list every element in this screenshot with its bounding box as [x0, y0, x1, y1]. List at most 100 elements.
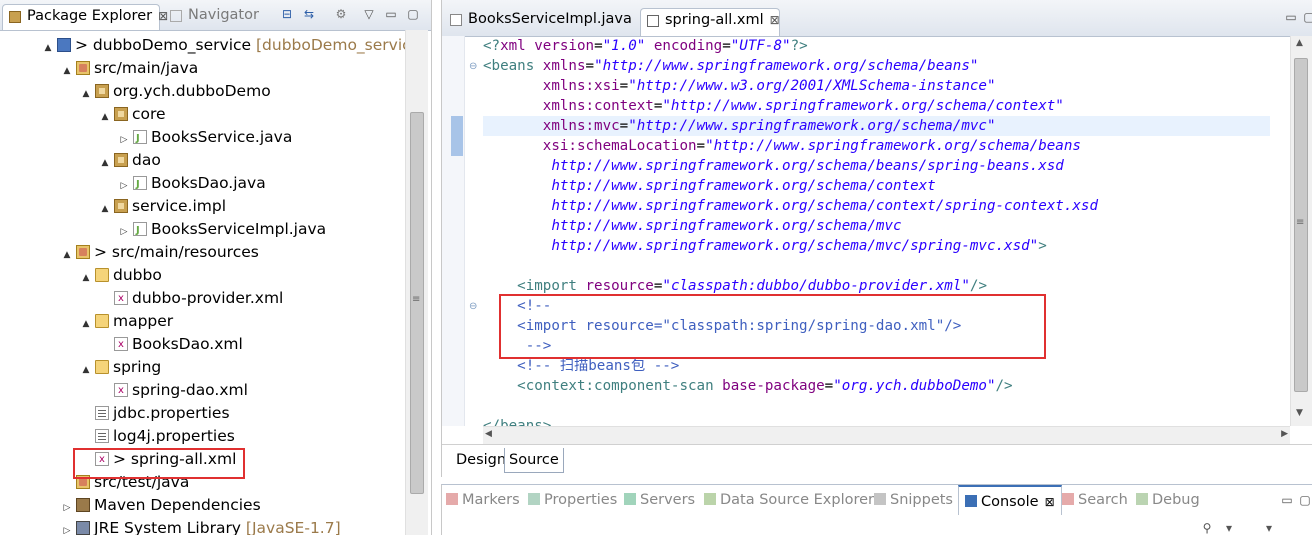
tab-navigator[interactable]: Navigator: [164, 4, 264, 30]
tree-item[interactable]: ▲ > dubboDemo_service [dubboDemo_service …: [42, 34, 405, 57]
close-icon[interactable]: ⊠: [770, 13, 780, 27]
fold-toggle-icon[interactable]: ⊖: [469, 62, 479, 72]
scroll-down-icon[interactable]: ▼: [1296, 408, 1303, 418]
change-marker: [451, 116, 463, 156]
minimize-icon[interactable]: ▭: [1284, 10, 1298, 24]
tree-item[interactable]: BooksDao.xml: [99, 333, 243, 356]
link-with-editor-icon[interactable]: ⇆: [302, 7, 316, 21]
tree-item[interactable]: ▷BooksService.java: [118, 126, 293, 150]
scroll-up-icon[interactable]: ▲: [1296, 38, 1303, 48]
code-token: xml version: [500, 38, 595, 54]
close-icon[interactable]: ⊠: [1045, 495, 1055, 509]
tab-package-explorer[interactable]: Package Explorer ⊠: [2, 4, 168, 30]
tree-item[interactable]: ▲ mapper: [80, 310, 174, 336]
code-token: ?>: [790, 38, 808, 54]
tree-item-decoration: [dubboDemo_service d: [256, 36, 405, 54]
tab-label: Data Source Explorer: [720, 492, 875, 508]
search-icon: [1062, 493, 1074, 505]
tab-source[interactable]: Source: [504, 448, 564, 473]
tree-item-label: BooksDao.xml: [132, 335, 243, 353]
code-line: <beans xmlns="http://www.springframework…: [483, 56, 978, 76]
tree-item[interactable]: ▷BooksServiceImpl.java: [118, 218, 327, 242]
tab-snippets[interactable]: Snippets: [874, 485, 953, 515]
code-line: [483, 396, 492, 416]
expand-toggle-icon[interactable]: ▲: [99, 198, 111, 221]
focus-icon[interactable]: ⚙: [334, 7, 348, 21]
tree-item[interactable]: spring-dao.xml: [99, 379, 248, 402]
java-file-icon: [450, 14, 462, 26]
tree-item[interactable]: ▲ dubbo: [80, 264, 162, 287]
tab-data-source-explorer[interactable]: Data Source Explorer: [704, 485, 874, 515]
tab-debug[interactable]: Debug: [1136, 485, 1200, 515]
expand-toggle-icon[interactable]: ▲: [80, 267, 92, 290]
code-token: http://www.springframework.org/schema/co…: [483, 178, 936, 194]
tab-markers[interactable]: Markers: [446, 485, 520, 515]
code-token: =: [722, 38, 731, 54]
view-menu-icon[interactable]: ▽: [362, 7, 376, 21]
expand-toggle-icon[interactable]: ▲: [80, 313, 92, 336]
minimize-icon[interactable]: ▭: [1280, 493, 1294, 507]
debug-icon: [1136, 493, 1148, 505]
tab-label: BooksServiceImpl.java: [468, 11, 632, 27]
minimize-icon[interactable]: ▭: [384, 7, 398, 21]
tab-servers[interactable]: Servers: [624, 485, 695, 515]
tree-item[interactable]: ▷ JRE System Library [JavaSE-1.7]: [61, 517, 341, 535]
scroll-right-icon[interactable]: ▶: [1281, 429, 1288, 439]
tree-item[interactable]: jdbc.properties: [80, 402, 230, 425]
expand-toggle-icon[interactable]: ▷: [61, 520, 73, 535]
data-source-icon: [704, 493, 716, 505]
tree-item[interactable]: ▲ core: [99, 103, 166, 126]
console-pin-icon[interactable]: ⚲: [1200, 521, 1214, 535]
code-token: encoding: [653, 38, 723, 54]
tab-design[interactable]: Design: [452, 448, 510, 472]
props-icon: [95, 429, 109, 443]
expand-toggle-icon[interactable]: ▲: [99, 152, 111, 175]
tab-spring-all-xml[interactable]: spring-all.xml ⊠: [640, 8, 780, 36]
tree-item[interactable]: ▲ > src/main/resources: [61, 241, 259, 264]
expand-toggle-icon[interactable]: ▲: [99, 106, 111, 129]
tree-item[interactable]: ▷BooksDao.java: [118, 172, 266, 196]
tab-console[interactable]: Console ⊠: [958, 485, 1062, 515]
tree-item[interactable]: ▲ spring: [80, 356, 162, 382]
tab-booksserviceimpl[interactable]: BooksServiceImpl.java: [444, 8, 636, 36]
java-icon: [133, 219, 147, 242]
tab-properties[interactable]: Properties: [528, 485, 617, 515]
tree-item[interactable]: ▷ Maven Dependencies: [61, 494, 261, 517]
tree-item[interactable]: ▲ dao: [99, 149, 161, 172]
maximize-icon[interactable]: ▢: [1302, 10, 1312, 24]
editor-vscrollbar[interactable]: ▲ ≡ ▼: [1290, 36, 1312, 426]
pkg-icon: [114, 199, 128, 213]
scrollbar-grip: ≡: [1296, 217, 1305, 228]
expand-toggle-icon[interactable]: ▲: [80, 83, 92, 106]
maximize-icon[interactable]: ▢: [406, 7, 420, 21]
expand-toggle-icon[interactable]: ▲: [61, 60, 73, 83]
tree-item[interactable]: log4j.properties: [80, 425, 235, 448]
expand-toggle-icon[interactable]: ▲: [61, 244, 73, 267]
collapse-all-icon[interactable]: ⊟: [280, 7, 294, 21]
scroll-left-icon[interactable]: ◀: [485, 429, 492, 439]
tree-item[interactable]: ▲ service.impl: [99, 195, 226, 218]
tab-label: Properties: [544, 492, 618, 508]
display-console-icon[interactable]: ▾: [1222, 521, 1236, 535]
tab-search[interactable]: Search: [1062, 485, 1128, 515]
expand-toggle-icon[interactable]: ▲: [42, 37, 54, 60]
fold-toggle-icon[interactable]: ⊖: [469, 302, 479, 312]
open-console-icon[interactable]: ▾: [1262, 521, 1276, 535]
tree-item[interactable]: dubbo-provider.xml: [99, 287, 283, 310]
tab-label: Servers: [640, 492, 696, 508]
tree-item[interactable]: ▲ src/main/java: [61, 57, 199, 83]
tree-item[interactable]: ▲ org.ych.dubboDemo: [80, 80, 271, 103]
maximize-icon[interactable]: ▢: [1298, 493, 1312, 507]
expand-toggle-icon[interactable]: ▲: [80, 359, 92, 382]
code-line: xmlns:mvc="http://www.springframework.or…: [483, 116, 996, 136]
scrollbar-grip: ≡: [412, 294, 421, 305]
code-line: http://www.springframework.org/schema/mv…: [483, 236, 1046, 256]
code-token: xmlns:context: [542, 98, 654, 114]
explorer-scrollbar[interactable]: ≡: [405, 30, 428, 535]
code-area[interactable]: <?xml version="1.0" encoding="UTF-8"?> <b…: [483, 36, 1270, 426]
bottom-views: Markers Properties Servers Data Source Expl…: [441, 484, 1312, 535]
editor-hscrollbar[interactable]: ◀ ▶: [483, 426, 1290, 445]
proj-icon: [57, 38, 71, 52]
lib-icon: [76, 521, 90, 535]
